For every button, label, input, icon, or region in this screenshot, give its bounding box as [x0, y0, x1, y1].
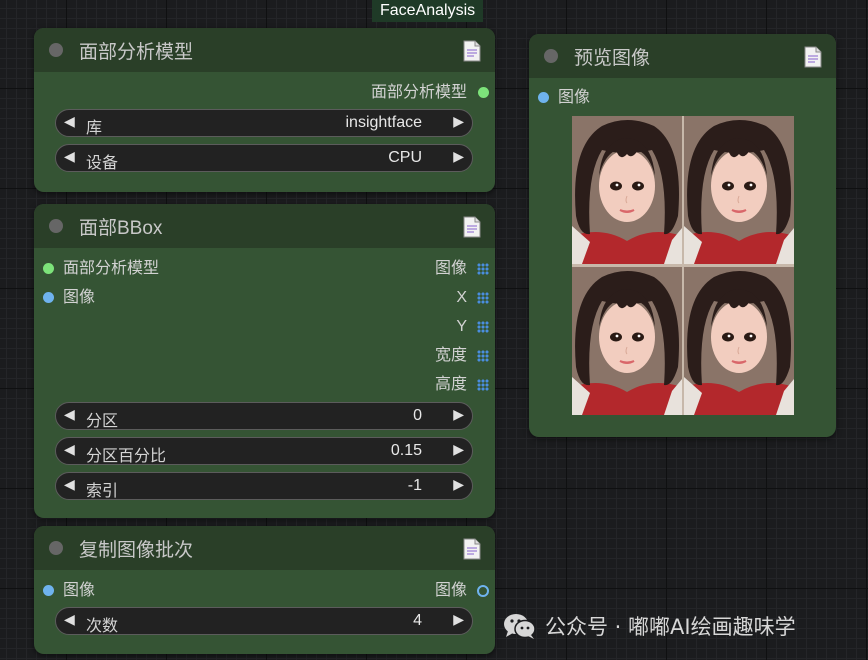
output-pin[interactable]	[477, 321, 489, 333]
triangle-right-icon[interactable]: ▶	[453, 406, 464, 423]
slot-label: 图像	[63, 582, 96, 599]
triangle-right-icon[interactable]: ▶	[453, 476, 464, 493]
group-title: FaceAnalysis	[372, 0, 484, 22]
triangle-right-icon[interactable]: ▶	[453, 441, 464, 458]
index-number-widget[interactable]: ◀ 索引 -1 ▶	[55, 472, 473, 500]
slot-label: 面部分析模型	[370, 84, 467, 101]
watermark: 公众号 · 嘟嘟AI绘画趣味学	[503, 610, 796, 642]
preview-image-tile[interactable]	[572, 116, 682, 265]
slot-label: 图像	[434, 582, 467, 599]
triangle-left-icon[interactable]: ◀	[64, 406, 75, 423]
slot-label: 图像	[63, 289, 96, 306]
slot-label: 图像	[434, 260, 467, 277]
partition-percent-widget[interactable]: ◀ 分区百分比 0.15 ▶	[55, 437, 473, 465]
collapse-dot[interactable]	[544, 49, 558, 63]
face-bbox-node[interactable]: 面部BBox 面部分析模型 图像 图像 X Y 宽度 高度 ◀ 分区 0 ▶ ◀…	[34, 204, 495, 518]
amount-number-widget[interactable]: ◀ 次数 4 ▶	[55, 607, 473, 635]
node-header[interactable]: 复制图像批次	[34, 526, 495, 570]
triangle-left-icon[interactable]: ◀	[64, 441, 75, 458]
triangle-right-icon[interactable]: ▶	[453, 611, 464, 628]
output-slot-image[interactable]: 图像	[435, 581, 489, 601]
repeat-image-batch-node[interactable]: 复制图像批次 图像 图像 ◀ 次数 4 ▶	[34, 526, 495, 654]
document-icon[interactable]	[463, 40, 481, 62]
input-slot-image[interactable]: 图像	[43, 581, 95, 601]
output-pin[interactable]	[477, 263, 489, 275]
wechat-icon	[504, 614, 536, 639]
partition-number-widget[interactable]: ◀ 分区 0 ▶	[55, 402, 473, 430]
output-slot-face-model[interactable]: 面部分析模型	[371, 83, 489, 103]
node-title: 面部BBox	[79, 217, 163, 239]
triangle-left-icon[interactable]: ◀	[64, 148, 75, 165]
device-combo[interactable]: ◀ 设备 CPU ▶	[55, 144, 473, 172]
node-header[interactable]: 预览图像	[529, 34, 836, 78]
collapse-dot[interactable]	[49, 541, 63, 555]
input-pin[interactable]	[43, 585, 54, 596]
input-pin[interactable]	[43, 292, 54, 303]
triangle-right-icon[interactable]: ▶	[453, 113, 464, 130]
slot-label: 图像	[558, 89, 591, 106]
preview-image-tile[interactable]	[684, 116, 794, 265]
preview-image-tile[interactable]	[684, 266, 794, 416]
watermark-text: 公众号 · 嘟嘟AI绘画趣味学	[545, 615, 796, 639]
input-pin[interactable]	[43, 263, 54, 274]
document-icon[interactable]	[463, 216, 481, 238]
slot-label: Y	[456, 318, 467, 335]
output-pin[interactable]	[477, 585, 489, 597]
input-slot-images[interactable]: 图像	[538, 88, 590, 108]
output-pin[interactable]	[477, 379, 489, 391]
output-slot-height[interactable]: 高度	[435, 375, 489, 395]
output-pin[interactable]	[478, 87, 489, 98]
node-title: 复制图像批次	[79, 539, 194, 561]
document-icon[interactable]	[804, 46, 822, 68]
slot-label: 宽度	[434, 347, 467, 364]
collapse-dot[interactable]	[49, 219, 63, 233]
input-slot-face-model[interactable]: 面部分析模型	[43, 259, 159, 279]
node-title: 预览图像	[574, 47, 651, 69]
output-slot-width[interactable]: 宽度	[435, 346, 489, 366]
slot-label: 面部分析模型	[63, 260, 160, 277]
node-header[interactable]: 面部分析模型	[34, 28, 495, 72]
output-slot-y[interactable]: Y	[456, 317, 489, 337]
node-title: 面部分析模型	[79, 41, 194, 63]
node-header[interactable]: 面部BBox	[34, 204, 495, 248]
output-pin[interactable]	[477, 292, 489, 304]
slot-label: X	[456, 289, 467, 306]
preview-image-grid[interactable]	[572, 116, 794, 415]
triangle-left-icon[interactable]: ◀	[64, 476, 75, 493]
preview-image-tile[interactable]	[572, 266, 682, 416]
slot-label: 高度	[434, 376, 467, 393]
face-analysis-model-node[interactable]: 面部分析模型 面部分析模型 ◀ 库 insightface ▶ ◀ 设备 CPU…	[34, 28, 495, 192]
collapse-dot[interactable]	[49, 43, 63, 57]
input-pin[interactable]	[538, 92, 549, 103]
preview-image-node[interactable]: 预览图像 图像	[529, 34, 836, 437]
document-icon[interactable]	[463, 538, 481, 560]
triangle-left-icon[interactable]: ◀	[64, 611, 75, 628]
output-pin[interactable]	[477, 350, 489, 362]
output-slot-x[interactable]: X	[456, 288, 489, 308]
library-combo[interactable]: ◀ 库 insightface ▶	[55, 109, 473, 137]
triangle-right-icon[interactable]: ▶	[453, 148, 464, 165]
output-slot-image[interactable]: 图像	[435, 259, 489, 279]
input-slot-image[interactable]: 图像	[43, 288, 95, 308]
triangle-left-icon[interactable]: ◀	[64, 113, 75, 130]
